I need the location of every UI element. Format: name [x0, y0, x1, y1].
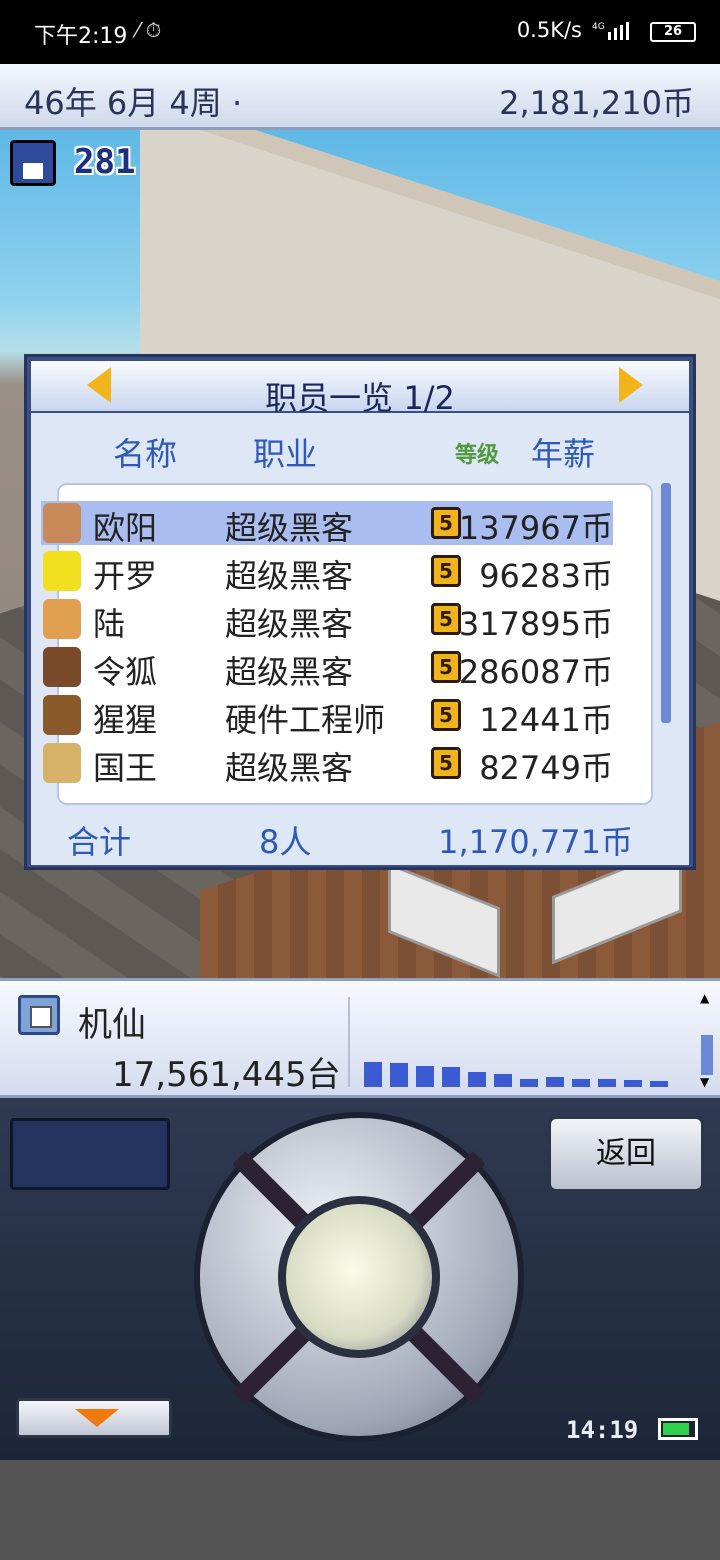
avatar	[43, 599, 81, 639]
sales-bar-chart	[364, 1051, 684, 1093]
next-page-arrow-icon[interactable]	[619, 367, 643, 403]
scroll-up-icon[interactable]: ▲	[700, 991, 709, 1005]
sales-bar	[650, 1081, 668, 1087]
console-product-icon	[18, 995, 60, 1035]
dialog-body: 名称 职业 等级 年薪 欧阳 超级黑客 5 137967币 开罗 超级黑客 5 …	[31, 413, 689, 865]
staff-name: 国王	[93, 749, 158, 787]
mini-screen	[10, 1118, 170, 1190]
staff-salary: 317895币	[458, 605, 613, 643]
product-name: 机仙	[78, 1005, 146, 1045]
staff-row[interactable]: 开罗 超级黑客 5 96283币	[41, 549, 613, 595]
sales-bar	[624, 1080, 642, 1087]
staff-row[interactable]: 陆 超级黑客 5 317895币	[41, 597, 613, 643]
staff-job: 超级黑客	[225, 509, 354, 547]
level-badge: 5	[431, 651, 461, 683]
product-info-bar: 机仙 17,561,445台 ▲ ▼	[0, 978, 720, 1098]
save-icon[interactable]	[10, 140, 56, 186]
dialog-header: 职员一览 1/2	[31, 361, 689, 417]
game-funds: 2,181,210币	[499, 84, 694, 122]
avatar	[43, 503, 81, 543]
staff-row[interactable]: 猩猩 硬件工程师 5 12441币	[41, 693, 613, 739]
dpad[interactable]	[194, 1112, 524, 1442]
back-button[interactable]: 返回	[548, 1116, 704, 1192]
sales-bar	[598, 1079, 616, 1087]
dpad-center-button[interactable]	[278, 1196, 440, 1358]
info-scrollbar[interactable]: ▲ ▼	[700, 991, 714, 1089]
staff-job: 硬件工程师	[225, 701, 386, 739]
staff-list-scrollbar[interactable]	[661, 483, 671, 723]
staff-salary: 12441币	[479, 701, 613, 739]
staff-row[interactable]: 令狐 超级黑客 5 286087币	[41, 645, 613, 691]
console-battery-icon	[658, 1418, 698, 1440]
units-sold: 17,561,445台	[112, 1055, 341, 1095]
game-date: 46年 6月 4周 ·	[24, 84, 243, 122]
column-header-salary: 年薪	[531, 435, 596, 473]
sales-bar	[494, 1074, 512, 1087]
column-header-level: 等级	[455, 443, 500, 468]
network-type: 4G	[592, 22, 605, 32]
staff-salary: 96283币	[479, 557, 613, 595]
net-speed: 0.5K/s	[516, 18, 582, 42]
sales-bar	[546, 1077, 564, 1087]
staff-name: 开罗	[93, 557, 158, 595]
game-header: 46年 6月 4周 · 2,181,210币	[0, 64, 720, 130]
staff-row[interactable]: 欧阳 超级黑客 5 137967币	[41, 501, 613, 547]
avatar	[43, 743, 81, 783]
divider	[348, 997, 350, 1087]
console-controls: 返回 14:19	[0, 1098, 720, 1460]
level-badge: 5	[431, 747, 461, 779]
scroll-down-icon[interactable]: ▼	[700, 1075, 709, 1089]
sales-bar	[442, 1067, 460, 1087]
staff-name: 猩猩	[93, 701, 158, 739]
column-header-name: 名称	[113, 435, 178, 473]
sales-bar	[520, 1079, 538, 1087]
save-count: 281	[74, 142, 136, 182]
level-badge: 5	[431, 699, 461, 731]
sales-bar	[416, 1066, 434, 1087]
total-label: 合计	[67, 823, 132, 861]
sales-bar	[364, 1062, 382, 1087]
avatar	[43, 695, 81, 735]
alarm-icon: ⁄ ⏱	[136, 18, 162, 42]
console-clock: 14:19	[566, 1416, 639, 1444]
total-salary: 1,170,771币	[438, 823, 633, 861]
sales-bar	[468, 1072, 486, 1087]
battery-icon: 26	[650, 22, 696, 42]
staff-salary: 82749币	[479, 749, 613, 787]
battery-level-fill	[663, 1423, 689, 1435]
menu-down-button[interactable]	[16, 1398, 172, 1438]
staff-name: 陆	[93, 605, 126, 643]
level-badge: 5	[431, 507, 461, 539]
sales-bar	[390, 1063, 408, 1087]
staff-job: 超级黑客	[225, 557, 354, 595]
sales-bar	[572, 1079, 590, 1087]
total-count: 8人	[259, 823, 312, 861]
status-time: 下午2:19	[34, 24, 128, 49]
staff-job: 超级黑客	[225, 605, 354, 643]
signal-icon: 4G	[592, 22, 629, 40]
staff-job: 超级黑客	[225, 653, 354, 691]
scroll-thumb[interactable]	[701, 1035, 713, 1075]
staff-name: 令狐	[93, 653, 158, 691]
level-badge: 5	[431, 555, 461, 587]
level-badge: 5	[431, 603, 461, 635]
column-header-job: 职业	[253, 435, 318, 473]
staff-row[interactable]: 国王 超级黑客 5 82749币	[41, 741, 613, 787]
staff-name: 欧阳	[93, 509, 158, 547]
staff-salary: 286087币	[458, 653, 613, 691]
staff-salary: 137967币	[458, 509, 613, 547]
staff-list-dialog: 职员一览 1/2 名称 职业 等级 年薪 欧阳 超级黑客 5 137967币 开…	[24, 354, 696, 870]
staff-job: 超级黑客	[225, 749, 354, 787]
avatar	[43, 647, 81, 687]
status-bar: 下午2:19 ⁄ ⏱ 0.5K/s 4G 26	[0, 0, 720, 64]
avatar	[43, 551, 81, 591]
